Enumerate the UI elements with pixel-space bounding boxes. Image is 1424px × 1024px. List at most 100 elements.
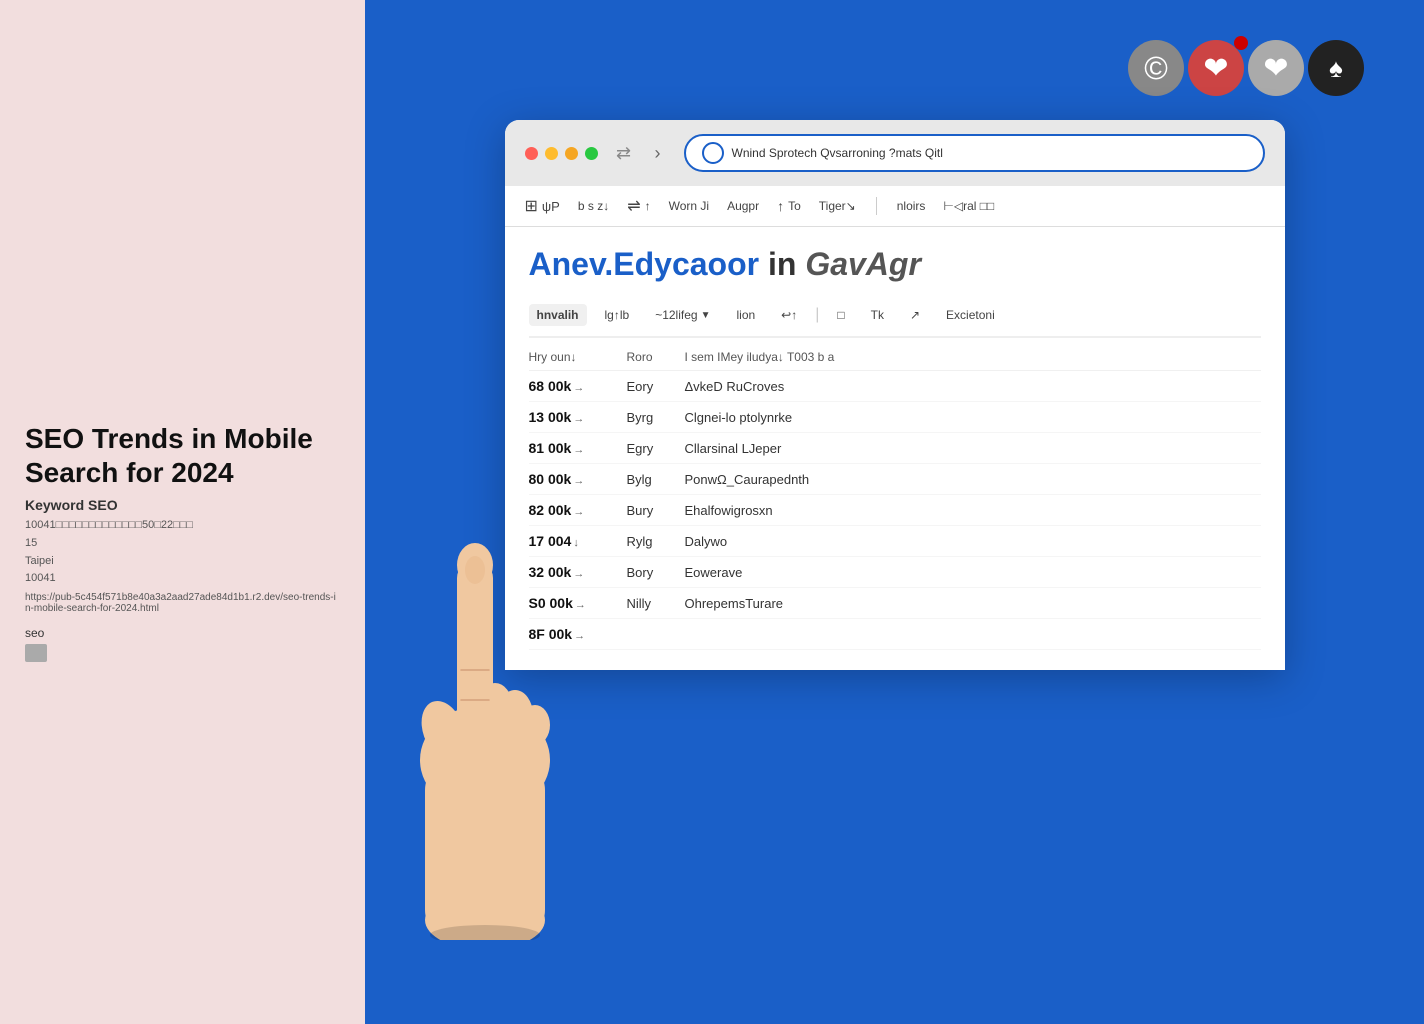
browser-circle-icon <box>702 142 724 164</box>
table-header: Hry oun↓ Roro I sem IMey iludya↓ T003 b … <box>529 344 1261 371</box>
filter-tab-8[interactable]: Excietoni <box>938 304 1003 326</box>
toolbar-label-1: ψΡ <box>542 199 560 214</box>
toolbar-item-ral[interactable]: ⊢◁ral □□ <box>943 199 994 213</box>
main-area: © ❤ ❤ ♠ ⇄ › Wnind Spr <box>365 0 1424 1024</box>
table-row[interactable]: 13 00k→ Byrg Clgnei-lo ptolynrke <box>529 402 1261 433</box>
sidebar-url: https://pub-5c454f571b8e40a3a2aad27ade84… <box>25 592 340 614</box>
filter-tab-4[interactable]: ↩↑ <box>773 304 805 326</box>
browser-nav: ⇄ › <box>610 139 672 167</box>
sidebar-title: SEO Trends in Mobile Search for 2024 <box>25 422 340 489</box>
row-num-1: 68 00k→ <box>529 378 619 394</box>
table-row[interactable]: 81 00k→ Egry Cllarsinal LJeper <box>529 433 1261 464</box>
filter-tab-3[interactable]: lion <box>728 304 763 326</box>
toolbar-item-te[interactable]: ↑ To <box>777 198 801 214</box>
sidebar-meta: 10041□□□□□□□□□□□□□50□22□□□ 15 Taipei 100… <box>25 517 340 587</box>
table-row[interactable]: 68 00k→ Eory ΔvkeD RuCroves <box>529 371 1261 402</box>
ral-icon: ⊢◁ral □□ <box>943 199 994 213</box>
row-num-2: 13 00k→ <box>529 409 619 425</box>
aug-icon: Augpr <box>727 199 759 213</box>
row-col2-1: Eory <box>627 379 677 394</box>
icon-c1: © <box>1128 40 1184 96</box>
filter-tab-1[interactable]: lg↑lb <box>597 304 638 326</box>
filter-sep: | <box>815 306 819 324</box>
toolbar-label-3: ↑ <box>645 199 651 213</box>
toolbar-separator <box>876 197 877 215</box>
col-header-3[interactable]: I sem IMey iludya↓ T003 b a <box>685 350 1261 364</box>
row-col3-1: ΔvkeD RuCroves <box>685 379 1261 394</box>
top-icons: © ❤ ❤ ♠ <box>1128 40 1364 96</box>
table-row[interactable]: 17 004↓ Rylg Dalywo <box>529 526 1261 557</box>
row-col3-2: Clgnei-lo ptolynrke <box>685 410 1261 425</box>
content-title: Anev.Edycaoor in GavAgr <box>529 247 1261 282</box>
row-num-3: 81 00k→ <box>529 440 619 456</box>
content-title-part1: Anev.Edycaoor <box>529 246 760 282</box>
row-num-7: 32 00k→ <box>529 564 619 580</box>
row-num-8: S0 00k→ <box>529 595 619 611</box>
table-row[interactable]: S0 00k→ Nilly OhrepemsTurare <box>529 588 1261 619</box>
row-col2-4: Bylg <box>627 472 677 487</box>
row-col3-3: Cllarsinal LJeper <box>685 441 1261 456</box>
minimize-button[interactable] <box>545 147 558 160</box>
col-header-1[interactable]: Hry oun↓ <box>529 350 619 364</box>
grid-icon: ⊞ <box>525 196 538 216</box>
toolbar-item-tiger[interactable]: Tiger↘ <box>819 199 856 213</box>
row-num-6: 17 004↓ <box>529 533 619 549</box>
data-table: 68 00k→ Eory ΔvkeD RuCroves 13 00k→ Byrg… <box>529 371 1261 650</box>
row-col2-6: Rylg <box>627 534 677 549</box>
row-col2-7: Bory <box>627 565 677 580</box>
row-num-4: 80 00k→ <box>529 471 619 487</box>
icon-c3: ❤ <box>1248 40 1304 96</box>
content-title-part2: in <box>768 246 796 282</box>
filter-tab-2[interactable]: ~12lifeg ▼ <box>647 304 718 326</box>
filter-tab-5[interactable]: □ <box>829 304 852 326</box>
table-row[interactable]: 80 00k→ Bylg PonwΩ_Caurapednth <box>529 464 1261 495</box>
browser-window: ⇄ › Wnind Sprotech Qvsarroning ?mats Qit… <box>505 120 1285 670</box>
back-button[interactable]: ⇄ <box>610 139 638 167</box>
col-header-2[interactable]: Roro <box>627 350 677 364</box>
filter-tab-0[interactable]: hnvalih <box>529 304 587 326</box>
toolbar-item-worm[interactable]: Worn Ji <box>669 199 709 213</box>
close-button[interactable] <box>525 147 538 160</box>
forward-button[interactable]: › <box>644 139 672 167</box>
table-row[interactable]: 32 00k→ Bory Eowerave <box>529 557 1261 588</box>
row-col3-4: PonwΩ_Caurapednth <box>685 472 1261 487</box>
tiger-icon: Tiger↘ <box>819 199 856 213</box>
address-bar[interactable]: Wnind Sprotech Qvsarroning ?mats Qitl <box>684 134 1265 172</box>
browser-content: Anev.Edycaoor in GavAgr hnvalih lg↑lb ~1… <box>505 227 1285 670</box>
row-num-5: 82 00k→ <box>529 502 619 518</box>
table-row[interactable]: 8F 00k→ <box>529 619 1261 650</box>
filter-tab-6[interactable]: Tk <box>863 304 892 326</box>
toolbar-item-nloirs[interactable]: nloirs <box>897 199 926 213</box>
row-col2-3: Egry <box>627 441 677 456</box>
table-row[interactable]: 82 00k→ Bury Ehalfowigrosxn <box>529 495 1261 526</box>
address-text: Wnind Sprotech Qvsarroning ?mats Qitl <box>732 146 1247 160</box>
toolbar-item-2[interactable]: b s z↓ <box>578 199 609 213</box>
row-num-9: 8F 00k→ <box>529 626 619 642</box>
icon-wrapper: ❤ <box>1188 40 1244 96</box>
traffic-lights <box>525 147 598 160</box>
row-col2-8: Nilly <box>627 596 677 611</box>
fullscreen-button[interactable] <box>585 147 598 160</box>
copy-icon[interactable] <box>25 644 47 662</box>
zoom-button[interactable] <box>565 147 578 160</box>
icon-c4: ♠ <box>1308 40 1364 96</box>
row-col3-6: Dalywo <box>685 534 1261 549</box>
toolbar-item-1[interactable]: ⊞ ψΡ <box>525 196 560 216</box>
filter-tab-7[interactable]: ↗ <box>902 304 928 326</box>
row-col3-7: Eowerave <box>685 565 1261 580</box>
toolbar-item-augpr[interactable]: Augpr <box>727 199 759 213</box>
browser-toolbar: ⊞ ψΡ b s z↓ ⇌ ↑ Worn Ji Augpr ↑ To Tiger… <box>505 186 1285 227</box>
refresh-icon: ⇌ <box>627 196 640 216</box>
row-col2-2: Byrg <box>627 410 677 425</box>
row-col3-5: Ehalfowigrosxn <box>685 503 1261 518</box>
sidebar: SEO Trends in Mobile Search for 2024 Key… <box>0 0 365 1024</box>
toolbar-label-2: b s z↓ <box>578 199 609 213</box>
toolbar-item-3[interactable]: ⇌ ↑ <box>627 196 650 216</box>
row-col3-8: OhrepemsTurare <box>685 596 1261 611</box>
sidebar-tag: seo <box>25 626 340 640</box>
sidebar-subtitle: Keyword SEO <box>25 497 340 513</box>
browser-chrome: ⇄ › Wnind Sprotech Qvsarroning ?mats Qit… <box>505 120 1285 186</box>
te-icon: ↑ <box>777 198 784 214</box>
toolbar-label-te: To <box>788 199 801 213</box>
content-title-part3: GavAgr <box>805 246 921 282</box>
